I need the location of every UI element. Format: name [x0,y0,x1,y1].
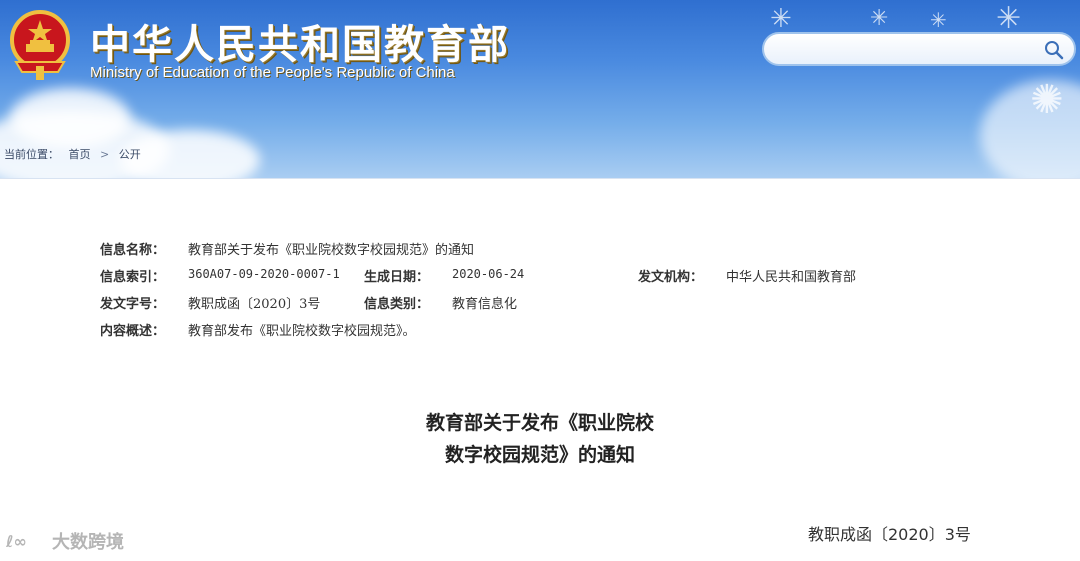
site-header: ✳ ✳ ✳ ✳ ✺ 中华人民共和国教育部 Ministry of Educati… [0,0,1080,178]
meta-doc-label: 发文字号： [100,297,166,312]
document-title-line2: 数字校园规范》的通知 [444,444,635,466]
cloud-decoration [10,88,130,148]
breadcrumb-label: 当前位置： [4,148,59,161]
breadcrumb-home[interactable]: 首页 [69,148,91,161]
watermark-logo-icon: ℓ∞ [6,532,27,551]
meta-row-doc: 发文字号： 教职成函〔2020〕3号 信息类别： 教育信息化 [0,293,1080,313]
meta-name-value: 教育部关于发布《职业院校数字校园规范》的通知 [188,243,475,258]
sparkle-decoration: ✳ [870,6,889,31]
meta-org-label: 发文机构： [638,270,704,285]
breadcrumb-separator: > [100,148,110,161]
search-input[interactable] [778,39,1042,61]
meta-row-summary: 内容概述： 教育部发布《职业院校数字校园规范》。 [0,320,1080,340]
watermark-text: 大数跨境 [52,532,124,553]
meta-doc-value: 教职成函〔2020〕3号 [188,297,321,312]
watermark: ℓ∞ 大数跨境 [6,528,124,554]
svg-text:ℓ∞: ℓ∞ [6,532,27,551]
meta-name-label: 信息名称： [100,243,166,258]
document-title: 教育部关于发布《职业院校 数字校园规范》的通知 [0,407,1080,471]
meta-row-name: 信息名称： 教育部关于发布《职业院校数字校园规范》的通知 [0,239,1080,259]
breadcrumb-public[interactable]: 公开 [119,148,141,161]
sparkle-decoration: ✳ [770,4,792,34]
site-title-en: Ministry of Education of the People's Re… [90,64,455,81]
sparkle-decoration: ✳ [996,1,1022,36]
document-content: 信息名称： 教育部关于发布《职业院校数字校园规范》的通知 信息索引： 360A0… [0,178,1080,561]
meta-date-value: 2020-06-24 [452,267,525,281]
search-box[interactable] [762,32,1076,66]
meta-summary-value: 教育部发布《职业院校数字校园规范》。 [188,324,416,339]
meta-type-label: 信息类别： [364,297,430,312]
meta-row-index: 信息索引： 360A07-09-2020-0007-1 生成日期： 2020-0… [0,266,1080,286]
breadcrumb: 当前位置： 首页 > 公开 [4,146,147,162]
sparkle-decoration: ✳ [930,8,947,32]
dandelion-decoration: ✺ [1030,77,1064,123]
document-title-line1: 教育部关于发布《职业院校 [425,412,654,434]
meta-type-value: 教育信息化 [452,297,518,312]
document-number: 教职成函〔2020〕3号 [808,525,971,544]
site-title-cn: 中华人民共和国教育部 [90,22,510,68]
national-emblem-icon [10,10,70,80]
meta-date-label: 生成日期： [364,270,430,285]
meta-index-value: 360A07-09-2020-0007-1 [188,267,340,281]
meta-org-value: 中华人民共和国教育部 [726,270,857,285]
search-icon[interactable] [1044,40,1064,60]
meta-summary-label: 内容概述： [100,324,166,339]
meta-index-label: 信息索引： [100,270,166,285]
